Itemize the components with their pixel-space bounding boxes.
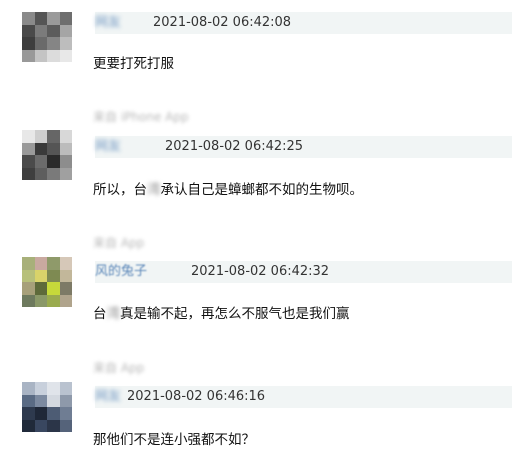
username-link[interactable]: 网友 <box>95 139 121 155</box>
comment-source: 来自 App <box>93 236 145 250</box>
avatar[interactable] <box>22 12 72 62</box>
comment-text: 那他们不是连小强都不如？ <box>93 432 255 448</box>
comment-header: 网友 2021-08-02 06:42:08 <box>95 12 512 34</box>
comment-text: 台湾真是输不起，再怎么不服气也是我们赢 <box>93 302 350 322</box>
avatar[interactable] <box>22 257 72 307</box>
username-link[interactable]: 网友 <box>95 15 121 31</box>
username-link[interactable]: 网友 <box>95 389 121 405</box>
username-link[interactable]: 风的兔子 <box>95 264 147 280</box>
comment-header: 网友 2021-08-02 06:46:16 <box>95 386 512 408</box>
comment-timestamp: 2021-08-02 06:42:25 <box>165 139 304 154</box>
comment-source: 来自 iPhone App <box>93 110 189 124</box>
redacted-text: 湾 <box>147 182 161 198</box>
redacted-text: 湾 <box>106 306 121 322</box>
avatar[interactable] <box>22 130 72 180</box>
avatar[interactable] <box>22 382 72 432</box>
comment-header: 风的兔子 2021-08-02 06:42:32 <box>95 261 512 283</box>
comment-text: 所以，台湾承认自己是蟑螂都不如的生物呗。 <box>93 178 363 198</box>
comment-header: 网友 2021-08-02 06:42:25 <box>95 136 512 158</box>
comment-timestamp: 2021-08-02 06:46:16 <box>127 389 266 404</box>
comment-timestamp: 2021-08-02 06:42:32 <box>191 264 330 279</box>
comment-timestamp: 2021-08-02 06:42:08 <box>153 15 292 30</box>
comment-source: 来自 App <box>93 361 145 375</box>
comment-text: 更要打死打服 <box>93 56 174 72</box>
